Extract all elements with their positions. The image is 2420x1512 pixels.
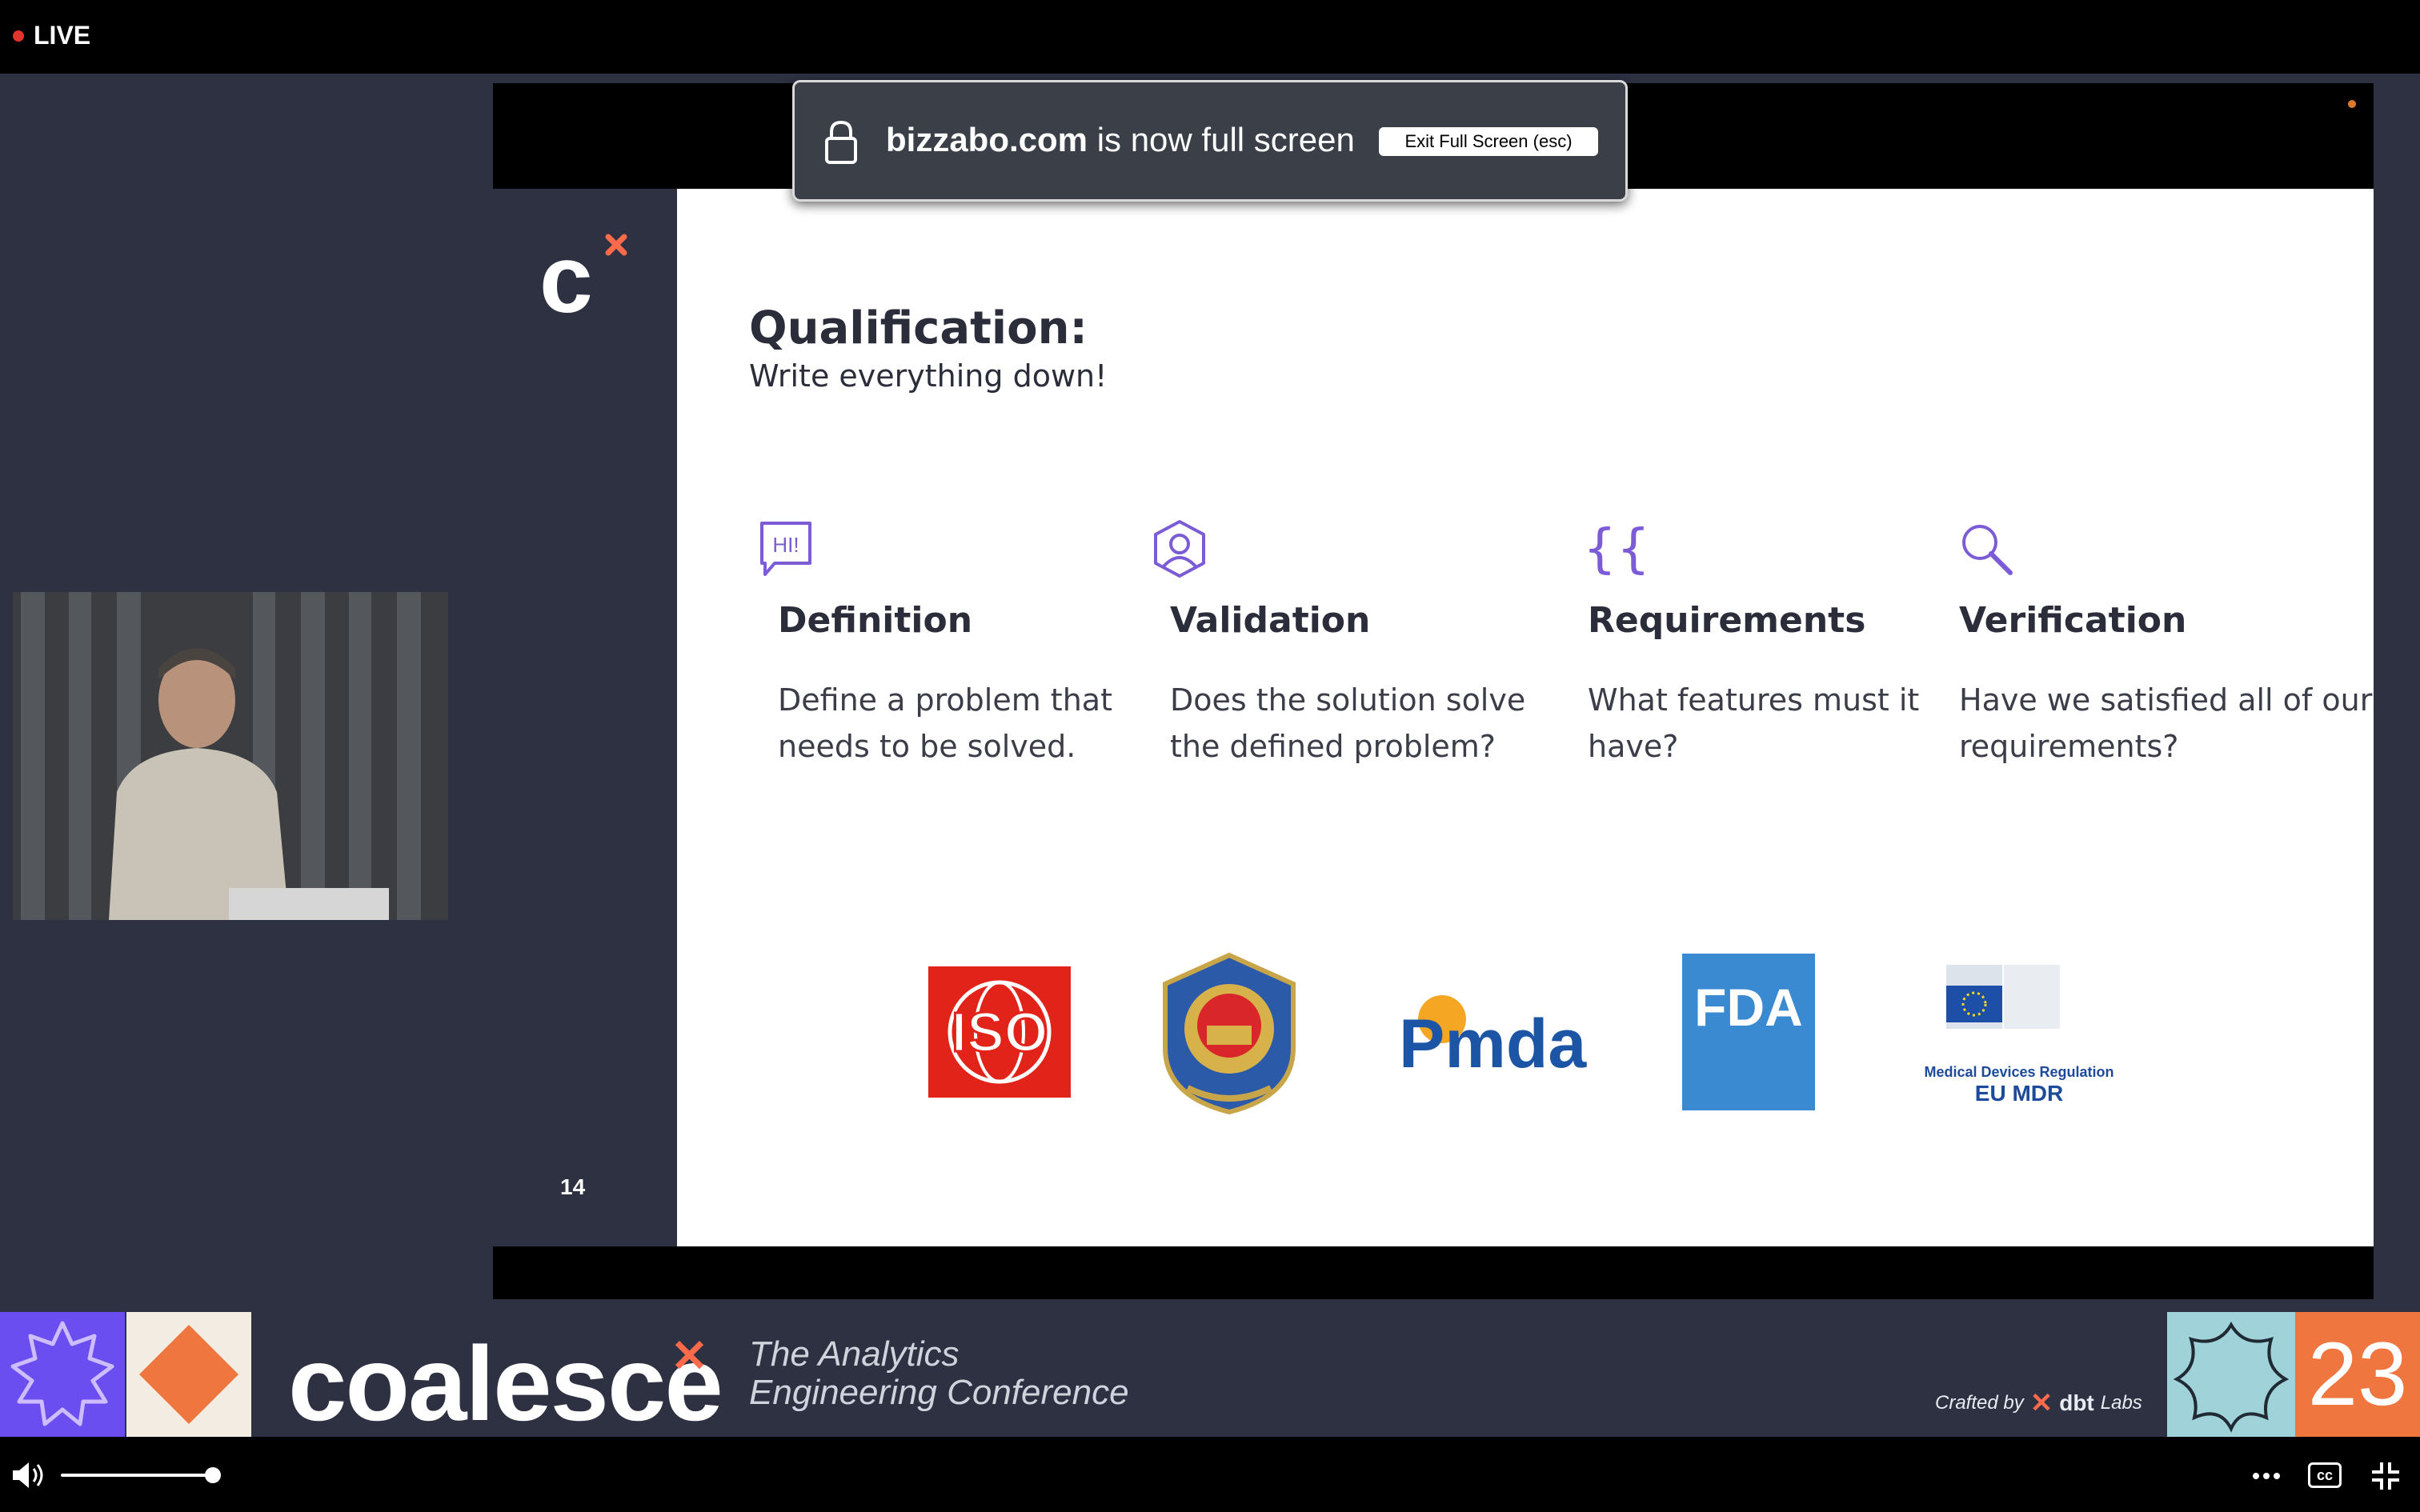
double-bracket-icon: {{ (1583, 518, 1644, 579)
live-label: LIVE (34, 21, 91, 50)
exit-full-screen-button[interactable]: Exit Full Screen (esc) (1379, 127, 1598, 156)
column-text-line: Have we satisfied all of our (1959, 682, 2373, 718)
column-title-definition: Definition (778, 600, 973, 641)
top-bar: LIVE (0, 0, 2420, 74)
blob-star-icon (2173, 1321, 2290, 1433)
exit-fullscreen-icon[interactable] (2370, 1461, 2401, 1491)
column-title-validation: Validation (1170, 600, 1371, 641)
coalesce-wordmark: coalesce (288, 1325, 723, 1442)
fullscreen-message: bizzabo.com is now full screen (886, 121, 1355, 159)
column-text-definition: Define a problem that needs to be solved… (778, 677, 1112, 770)
svg-text:{{: {{ (1583, 518, 1644, 579)
column-text-line: needs to be solved. (778, 729, 1076, 764)
coalesce-x-icon: ✕ (671, 1330, 708, 1381)
svg-text:ISO: ISO (952, 1001, 1048, 1063)
speaker-camera-feed (13, 592, 448, 920)
dbt-logo-icon: ✕ (2029, 1388, 2053, 1418)
slide-title: Qualification: (749, 302, 1088, 354)
fullscreen-message-text: is now full screen (1088, 121, 1355, 158)
column-text-line: Does the solution solve (1170, 682, 1526, 718)
slide-page-number: 14 (560, 1174, 586, 1199)
banner-diamond-tile (126, 1312, 251, 1437)
column-text-line: What features must it (1588, 682, 1920, 718)
magnifier-icon (1962, 525, 2013, 575)
column-text-validation: Does the solution solve the defined prob… (1170, 677, 1525, 770)
recording-dot-icon (2348, 100, 2356, 108)
labs-text: Labs (2100, 1392, 2142, 1414)
column-title-requirements: Requirements (1588, 600, 1866, 641)
user-badge-icon (1154, 520, 1205, 578)
column-text-requirements: What features must it have? (1588, 677, 1919, 770)
conference-banner: coalesce ✕ The Analytics Engineering Con… (0, 1312, 2420, 1442)
crafted-by-text: Crafted by (1935, 1392, 2024, 1414)
lock-icon (825, 120, 857, 164)
fda-logo: FDA (1682, 954, 1815, 1110)
coalesce-c-logo: c (539, 226, 627, 322)
crafted-by-dbt-labs: Crafted by ✕ dbt Labs (1935, 1387, 2142, 1419)
dbt-text: dbt (2059, 1390, 2094, 1415)
fullscreen-domain: bizzabo.com (886, 121, 1088, 158)
banner-teal-tile (2167, 1312, 2295, 1437)
svg-text:HI!: HI! (772, 533, 799, 557)
svg-text:EU MDR: EU MDR (1975, 1081, 2063, 1106)
iso-logo: ISO (928, 966, 1071, 1098)
banner-tagline-line2: Engineering Conference (749, 1373, 1129, 1412)
china-nmpa-emblem-logo (1163, 952, 1296, 1115)
volume-slider-track[interactable] (61, 1474, 213, 1477)
column-text-line: have? (1588, 729, 1679, 764)
svg-text:c: c (539, 226, 593, 322)
svg-text:Pmda: Pmda (1399, 1006, 1587, 1080)
volume-icon[interactable] (11, 1461, 46, 1490)
volume-slider-handle[interactable] (205, 1467, 221, 1483)
more-options-icon[interactable] (2252, 1472, 2281, 1480)
slide-subtitle: Write everything down! (749, 358, 1108, 394)
banner-tagline-line1: The Analytics (749, 1334, 960, 1374)
live-dot-icon (13, 30, 24, 42)
pmda-logo: Pmda (1399, 995, 1587, 1080)
slide-side-panel (493, 189, 677, 1246)
svg-text:Medical Devices Regulation: Medical Devices Regulation (1924, 1064, 2113, 1080)
column-text-line: the defined problem? (1170, 729, 1496, 764)
starburst-icon (10, 1321, 114, 1426)
column-title-verification: Verification (1959, 600, 2187, 641)
svg-text:FDA: FDA (1694, 978, 1803, 1037)
fullscreen-notification: bizzabo.com is now full screen Exit Full… (792, 80, 1628, 202)
banner-year-tile: 23 (2295, 1312, 2420, 1437)
player-controls: cc (0, 1437, 2420, 1512)
column-text-line: Define a problem that (778, 682, 1112, 718)
speech-bubble-hi-icon: HI! (760, 522, 811, 576)
eu-mdr-logo: Medical Devices Regulation EU MDR (1924, 965, 2114, 1106)
banner-purple-tile (0, 1312, 125, 1437)
column-text-line: requirements? (1959, 729, 2179, 764)
column-text-verification: Have we satisfied all of our requirement… (1959, 677, 2372, 770)
live-indicator: LIVE (13, 21, 90, 50)
closed-captions-icon[interactable]: cc (2308, 1462, 2342, 1488)
diamond-icon (139, 1325, 238, 1424)
